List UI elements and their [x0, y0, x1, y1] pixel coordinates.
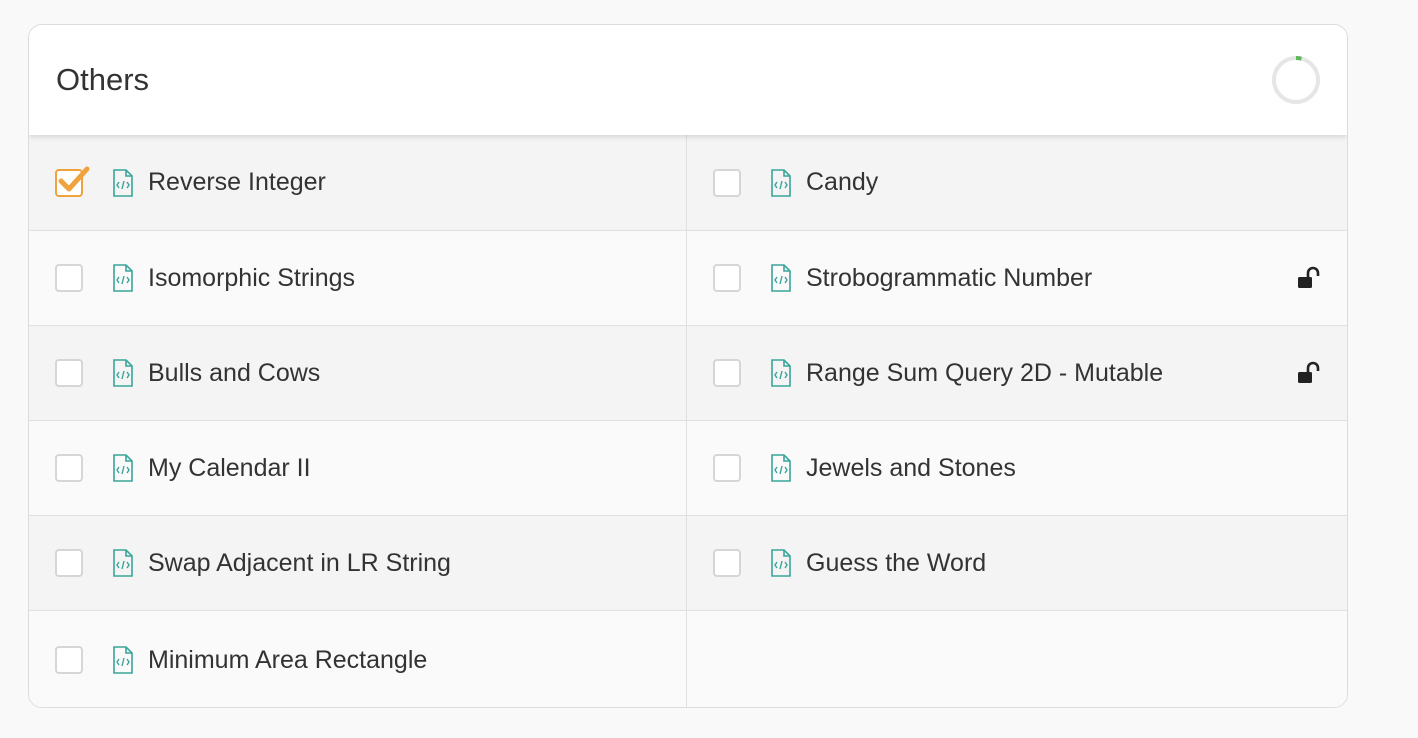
- problem-item[interactable]: Isomorphic Strings: [29, 231, 687, 326]
- problem-checkbox[interactable]: [55, 549, 83, 577]
- problem-checkbox[interactable]: [55, 264, 83, 292]
- problem-item[interactable]: Range Sum Query 2D - Mutable: [687, 326, 1347, 421]
- problem-checkbox[interactable]: [713, 264, 741, 292]
- problem-title[interactable]: My Calendar II: [148, 454, 311, 483]
- section-title: Others: [56, 62, 150, 97]
- file-code-icon: [771, 549, 791, 577]
- problem-title[interactable]: Jewels and Stones: [806, 454, 1016, 483]
- problem-item[interactable]: Candy: [687, 135, 1347, 231]
- problem-checkbox[interactable]: [55, 646, 83, 674]
- problem-title[interactable]: Strobogrammatic Number: [806, 264, 1092, 293]
- problem-checkbox[interactable]: [55, 454, 83, 482]
- problem-item[interactable]: Minimum Area Rectangle: [29, 611, 687, 707]
- unlock-icon: [1298, 361, 1320, 383]
- file-code-icon: [771, 454, 791, 482]
- file-code-icon: [113, 549, 133, 577]
- unlock-icon: [1298, 266, 1320, 288]
- problem-item[interactable]: Guess the Word: [687, 516, 1347, 611]
- problem-checkbox[interactable]: [55, 166, 90, 197]
- problem-title[interactable]: Isomorphic Strings: [148, 264, 355, 293]
- problem-item[interactable]: Jewels and Stones: [687, 421, 1347, 516]
- problem-title[interactable]: Reverse Integer: [148, 168, 326, 197]
- file-code-icon: [113, 646, 133, 674]
- empty-cell: [687, 611, 1347, 707]
- problem-title[interactable]: Minimum Area Rectangle: [148, 646, 427, 675]
- others-section-card: Others Reverse Integer Candy Isomorphic …: [28, 24, 1348, 708]
- problem-checkbox[interactable]: [713, 359, 741, 387]
- problem-title[interactable]: Swap Adjacent in LR String: [148, 549, 451, 578]
- file-code-icon: [113, 264, 133, 292]
- problem-checkbox[interactable]: [713, 454, 741, 482]
- problem-title[interactable]: Bulls and Cows: [148, 359, 320, 388]
- problem-item[interactable]: Bulls and Cows: [29, 326, 687, 421]
- checkmark-icon: [58, 166, 90, 191]
- problem-item[interactable]: Strobogrammatic Number: [687, 231, 1347, 326]
- problem-item[interactable]: Reverse Integer: [29, 135, 687, 231]
- file-code-icon: [771, 168, 791, 197]
- file-code-icon: [113, 359, 133, 387]
- problem-item[interactable]: Swap Adjacent in LR String: [29, 516, 687, 611]
- problem-checkbox[interactable]: [55, 359, 83, 387]
- problem-title[interactable]: Candy: [806, 168, 878, 197]
- problem-checkbox[interactable]: [713, 549, 741, 577]
- file-code-icon: [771, 359, 791, 387]
- problem-item[interactable]: My Calendar II: [29, 421, 687, 516]
- file-code-icon: [771, 264, 791, 292]
- problem-title[interactable]: Guess the Word: [806, 549, 986, 578]
- file-code-icon: [113, 168, 133, 197]
- file-code-icon: [113, 454, 133, 482]
- problem-checkbox[interactable]: [713, 168, 741, 197]
- problem-list: Reverse Integer Candy Isomorphic Strings: [29, 135, 1347, 707]
- section-header[interactable]: Others: [29, 25, 1347, 135]
- problem-title[interactable]: Range Sum Query 2D - Mutable: [806, 359, 1163, 388]
- progress-ring-icon: [1272, 56, 1320, 104]
